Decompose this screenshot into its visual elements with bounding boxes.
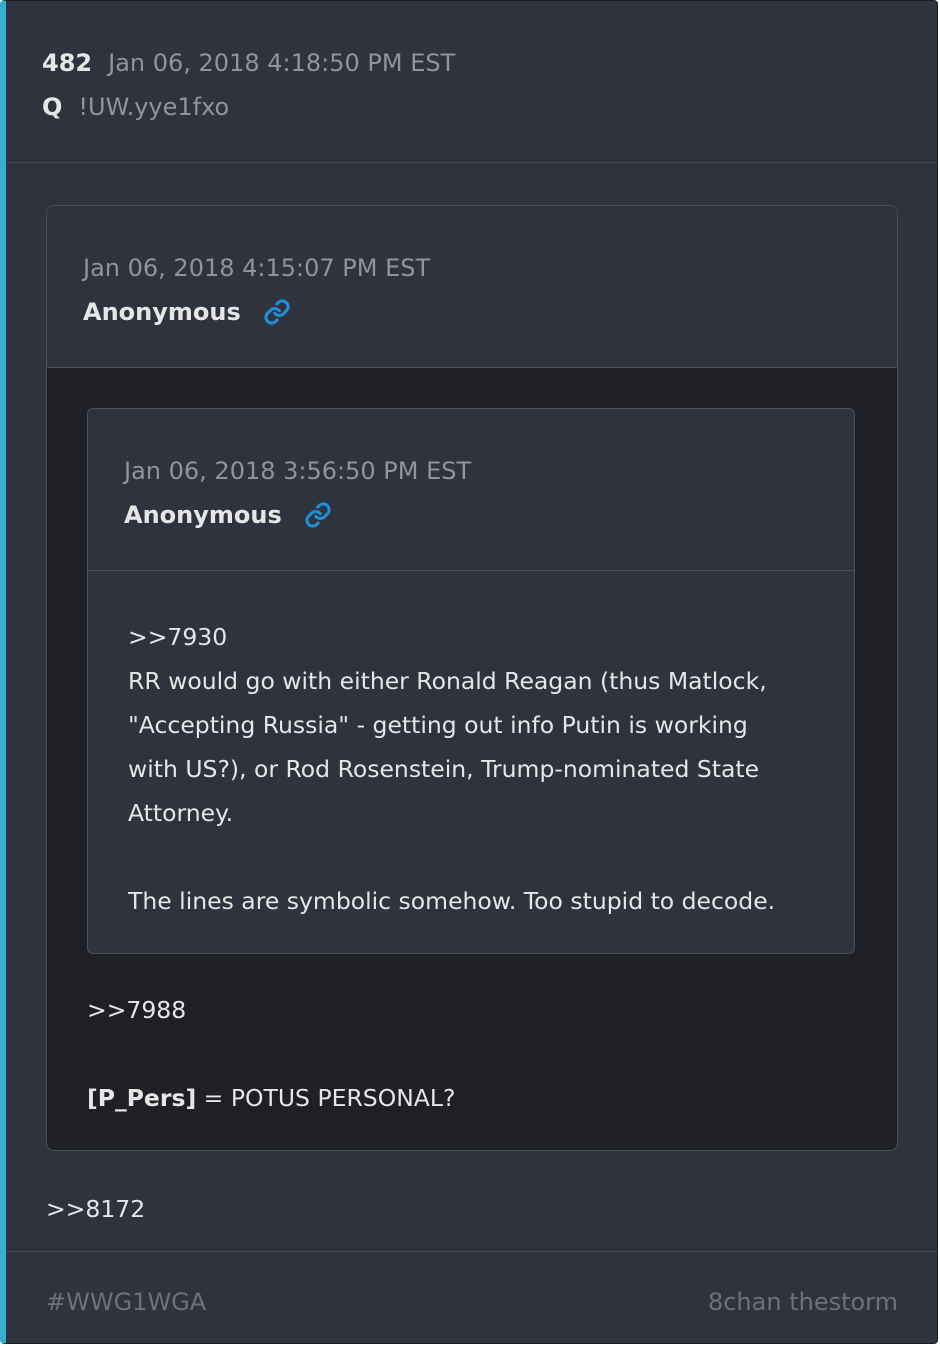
nested-quoted-post: Jan 06, 2018 3:56:50 PM EST Anonymous >>…: [87, 408, 855, 954]
post-tripcode: !UW.yye1fxo: [78, 93, 230, 121]
quoted-post-bold-tag: [P_Pers]: [87, 1084, 197, 1112]
nested-post-reference[interactable]: >>7930: [128, 615, 814, 659]
quoted-post-text: >>7988 [P_Pers] = POTUS PERSONAL?: [87, 988, 857, 1120]
link-icon[interactable]: [263, 298, 291, 326]
quoted-post-author: Anonymous: [83, 298, 241, 326]
quoted-post-reference[interactable]: >>7988: [87, 988, 857, 1032]
nested-post-line: with US?), or Rod Rosenstein, Trump-nomi…: [128, 755, 760, 783]
post-reference[interactable]: >>8172: [46, 1187, 145, 1231]
nested-post-header: Jan 06, 2018 3:56:50 PM EST Anonymous: [88, 409, 854, 571]
post-header: 482 Jan 06, 2018 4:18:50 PM EST Q !UW.yy…: [6, 1, 937, 163]
post-author: Q: [42, 93, 63, 121]
link-icon[interactable]: [304, 501, 332, 529]
nested-post-author-row: Anonymous: [124, 497, 854, 533]
post-footer: #WWG1WGA 8chan thestorm: [6, 1251, 937, 1343]
footer-hashtag: #WWG1WGA: [46, 1288, 207, 1316]
nested-post-line: Attorney.: [128, 799, 234, 827]
post-body: Jan 06, 2018 4:15:07 PM EST Anonymous Ja…: [6, 163, 937, 1251]
nested-post-timestamp: Jan 06, 2018 3:56:50 PM EST: [124, 457, 472, 485]
post-number: 482: [42, 49, 93, 77]
post-card: 482 Jan 06, 2018 4:18:50 PM EST Q !UW.yy…: [0, 0, 938, 1344]
quoted-post: Jan 06, 2018 4:15:07 PM EST Anonymous Ja…: [46, 205, 898, 1151]
post-meta-row: 482 Jan 06, 2018 4:18:50 PM EST: [42, 45, 937, 81]
quoted-post-line: [P_Pers] = POTUS PERSONAL?: [87, 1076, 857, 1120]
quoted-post-author-row: Anonymous: [83, 294, 897, 330]
nested-post-line: "Accepting Russia" - getting out info Pu…: [128, 711, 748, 739]
nested-post-line: RR would go with either Ronald Reagan (t…: [128, 667, 767, 695]
nested-post-author: Anonymous: [124, 501, 282, 529]
quoted-post-timestamp: Jan 06, 2018 4:15:07 PM EST: [83, 254, 431, 282]
quoted-post-header: Jan 06, 2018 4:15:07 PM EST Anonymous: [47, 206, 897, 368]
nested-post-text: >>7930 RR would go with either Ronald Re…: [88, 571, 854, 923]
post-author-row: Q !UW.yye1fxo: [42, 89, 937, 125]
nested-post-line: The lines are symbolic somehow. Too stup…: [128, 887, 776, 915]
post-timestamp: Jan 06, 2018 4:18:50 PM EST: [108, 49, 456, 77]
footer-source: 8chan thestorm: [707, 1288, 898, 1316]
quoted-post-line-rest: = POTUS PERSONAL?: [196, 1084, 456, 1112]
